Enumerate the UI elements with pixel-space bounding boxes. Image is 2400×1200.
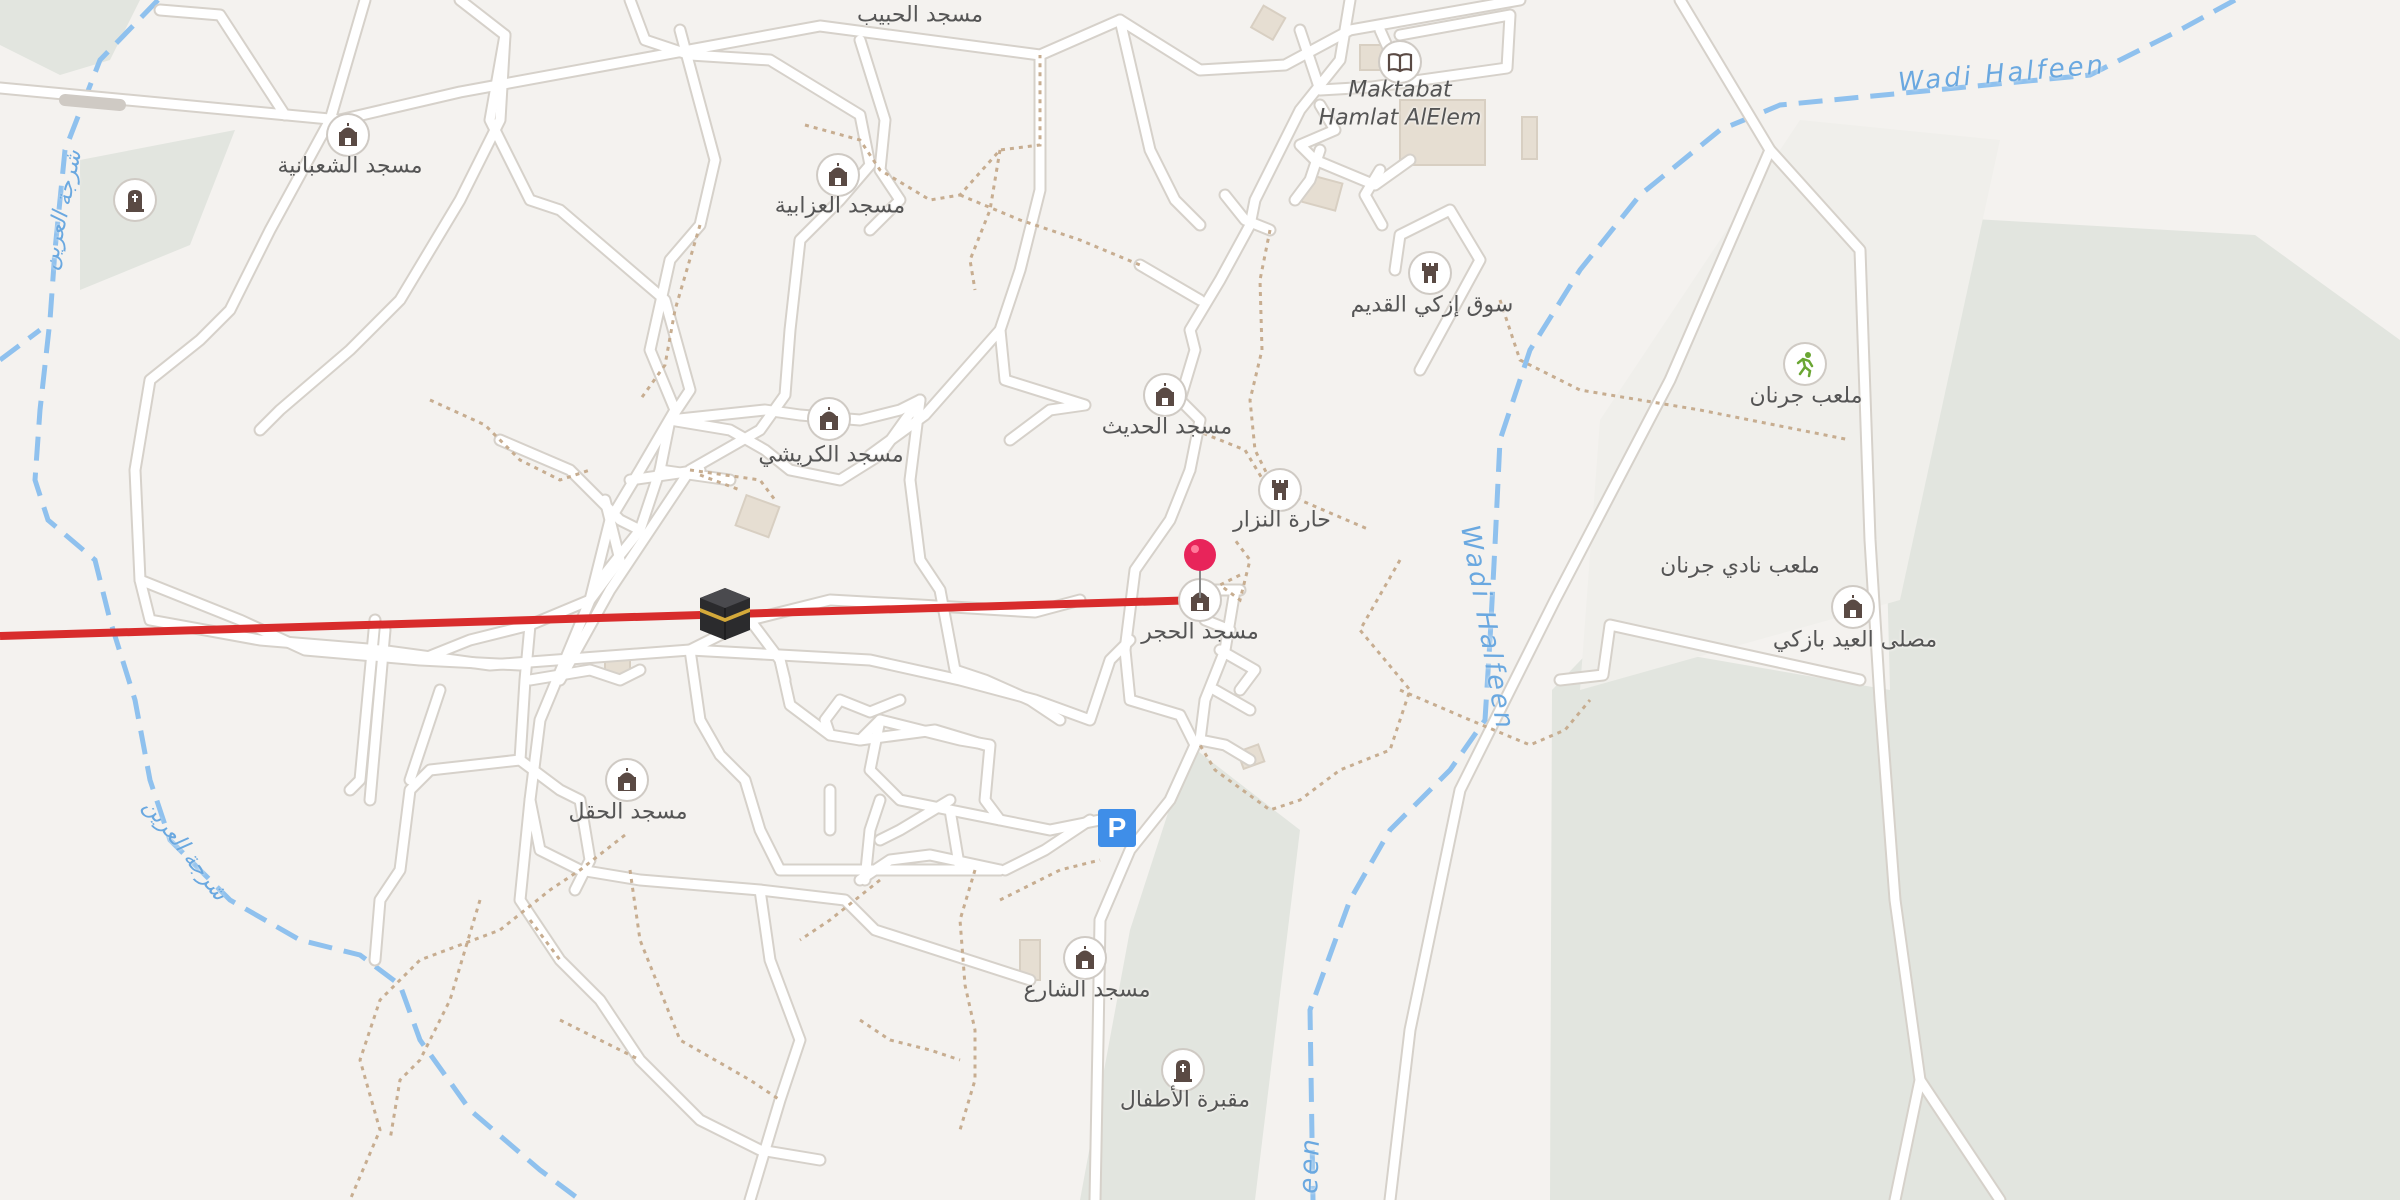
mosque-label[interactable]: مسجد الحقل — [569, 798, 688, 826]
parking-icon[interactable]: P — [1098, 809, 1136, 847]
mosque-label[interactable]: مسجد العزابية — [775, 192, 905, 220]
gravestone-icon[interactable] — [1163, 1050, 1203, 1090]
mosque-label[interactable]: مسجد الشارع — [1023, 976, 1150, 1004]
mosque-label[interactable]: مسجد الحجر — [1141, 618, 1259, 646]
mosque-icon[interactable] — [1833, 587, 1873, 627]
mosque-icon[interactable] — [328, 115, 368, 155]
stadium-label[interactable]: ملعب جرنان — [1750, 382, 1863, 410]
mosque-icon[interactable] — [1065, 938, 1105, 978]
mosque-label[interactable]: مسجد الكريشي — [758, 441, 903, 469]
running-icon[interactable] — [1785, 344, 1825, 384]
location-pin-icon[interactable] — [1180, 538, 1220, 598]
cemetery-label[interactable]: مقبرة الأطفال — [1120, 1086, 1250, 1114]
eid-ground-label[interactable]: مصلى العيد بازكي — [1773, 626, 1937, 654]
mosque-icon[interactable] — [607, 760, 647, 800]
mosque-icon[interactable] — [1145, 375, 1185, 415]
mosque-label[interactable]: مسجد الحبيب — [857, 1, 983, 29]
souk-label[interactable]: سوق إزكي القديم — [1351, 291, 1514, 319]
west-wadi-branch — [0, 328, 42, 362]
tower-icon[interactable] — [1410, 253, 1450, 293]
kaaba-icon[interactable] — [696, 584, 754, 642]
building — [1521, 116, 1538, 160]
club-stadium-label[interactable]: ملعب نادي جرنان — [1660, 552, 1820, 580]
mosque-icon[interactable] — [809, 399, 849, 439]
highway-stub — [59, 94, 126, 111]
building — [1249, 4, 1287, 42]
harat-nizar-label[interactable]: حارة النزار — [1233, 506, 1331, 534]
wadi-halfeen-label: een — [1294, 1135, 1326, 1195]
mosque-label[interactable]: مسجد الشعبانية — [277, 152, 422, 180]
tower-icon[interactable] — [1260, 470, 1300, 510]
building — [734, 493, 781, 539]
library-label-line2: Hamlat AlElem — [1318, 105, 1482, 130]
gravestone-icon[interactable] — [115, 180, 155, 220]
map-canvas[interactable]: Wadi Halfeen Wadi Halfeen een شرجة العري… — [0, 0, 2400, 1200]
park-west — [80, 130, 235, 290]
library-label[interactable]: Maktabat Hamlat AlElem — [1319, 77, 1482, 132]
mosque-label[interactable]: مسجد الحديث — [1102, 413, 1232, 441]
mosque-icon[interactable] — [818, 155, 858, 195]
library-label-line1: Maktabat — [1348, 77, 1452, 103]
